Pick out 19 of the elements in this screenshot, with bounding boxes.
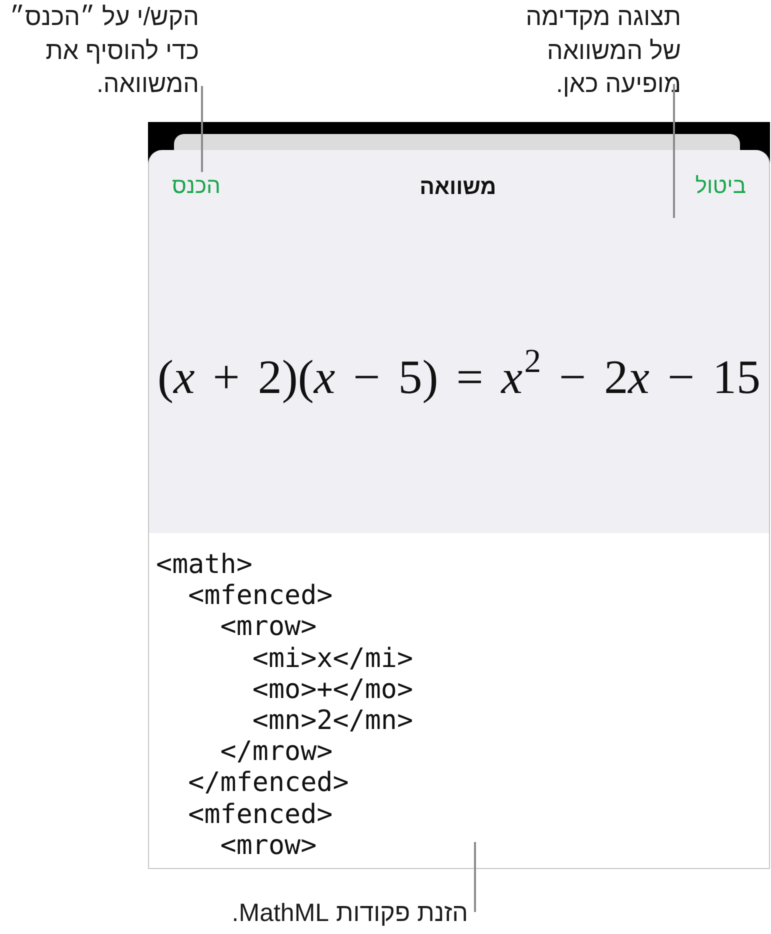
leader-line xyxy=(474,842,476,912)
equation-preview: (x + 2)(x − 5) = x$^{2}$ − 2x − 15 xyxy=(157,348,761,406)
callout-text: הזנת פקודות MathML. xyxy=(232,898,468,929)
mathml-input-field[interactable]: <math> <mfenced> <mrow> <mi>x</mi> <mo>+</mo> <mn>2</mn> </mrow> </mfenced> <mfenced> <mrow> xyxy=(149,533,769,868)
code-line: </mfenced> xyxy=(188,767,349,799)
code-line: <mi>x</mi> xyxy=(252,642,414,674)
cancel-button[interactable]: ביטול xyxy=(695,172,746,200)
code-line: <mrow> xyxy=(220,611,317,643)
callout-text: תצוגה מקדימה של המשוואה מופיעה כאן. xyxy=(526,2,681,100)
dialog-title: משוואה xyxy=(420,172,496,200)
code-line: <mo>+</mo> xyxy=(252,674,414,706)
callout-text: הקש/י על ״הכנס״ כדי להוסיף את המשוואה. xyxy=(10,2,199,100)
code-line: <math> xyxy=(156,549,252,580)
insert-button[interactable]: הכנס xyxy=(172,172,220,200)
code-line: </mrow> xyxy=(220,736,333,768)
code-line: <mfenced> xyxy=(188,580,333,612)
code-line: <mrow> xyxy=(220,830,317,862)
code-line: <mn>2</mn> xyxy=(252,705,414,736)
code-line: <mfenced> xyxy=(188,798,333,830)
